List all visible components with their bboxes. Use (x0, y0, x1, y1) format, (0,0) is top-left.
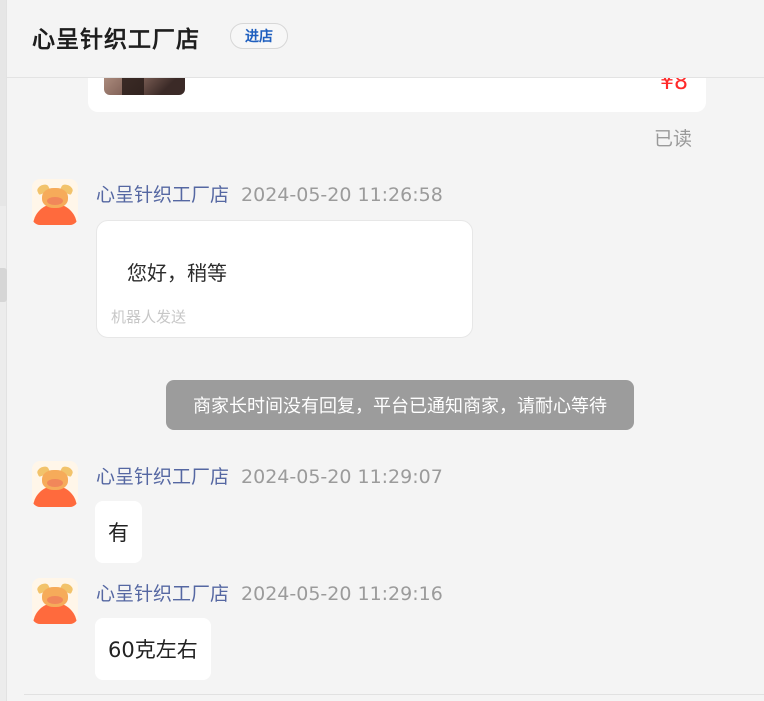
message-time: 2024-05-20 11:26:58 (241, 184, 443, 206)
panel-resize-handle[interactable] (0, 268, 7, 302)
sender-name: 心呈针织工厂店 (96, 466, 230, 488)
sender-name: 心呈针织工厂店 (96, 583, 230, 605)
message-bubble: 有 (95, 501, 142, 563)
message-text: 60克左右 (108, 638, 198, 662)
message-text: 您好，稍等 (127, 261, 227, 285)
avatar[interactable] (32, 578, 78, 624)
read-status: 已读 (654, 128, 693, 150)
chat-header: 心呈针织工厂店 进店 (7, 0, 764, 78)
sender-name: 心呈针织工厂店 (96, 184, 230, 206)
message-bubble: 您好，稍等 机器人发送 (96, 220, 473, 338)
rail-top-panel (0, 0, 6, 206)
system-notice: 商家长时间没有回复，平台已通知商家，请耐心等待 (166, 380, 634, 430)
shop-title: 心呈针织工厂店 (32, 27, 200, 53)
message-time: 2024-05-20 11:29:07 (241, 466, 443, 488)
message-bubble: 60克左右 (95, 618, 211, 680)
message-meta: 心呈针织工厂店 2024-05-20 11:29:07 (96, 462, 443, 489)
message-time: 2024-05-20 11:29:16 (241, 583, 443, 605)
left-scroll-rail (0, 0, 7, 701)
enter-store-button[interactable]: 进店 (230, 23, 288, 49)
message-meta: 心呈针织工厂店 2024-05-20 11:29:16 (96, 579, 443, 606)
robot-sent-tag: 机器人发送 (111, 308, 187, 326)
message-text: 有 (108, 521, 129, 545)
avatar[interactable] (32, 179, 78, 225)
avatar[interactable] (32, 461, 78, 507)
divider (24, 694, 764, 695)
message-meta: 心呈针织工厂店 2024-05-20 11:26:58 (96, 180, 443, 207)
